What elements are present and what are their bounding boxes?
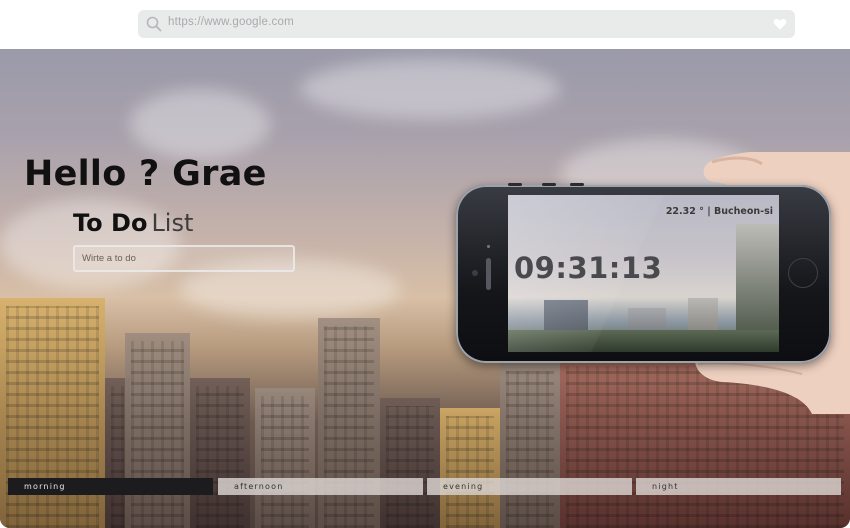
todo-title-light: List — [151, 209, 194, 237]
phone-camera — [472, 270, 478, 276]
url-bar[interactable]: https://www.google.com — [138, 10, 795, 38]
heart-icon[interactable] — [773, 17, 787, 31]
tab-afternoon[interactable]: afternoon — [218, 478, 423, 495]
tab-night[interactable]: night — [636, 478, 841, 495]
tab-evening[interactable]: evening — [427, 478, 632, 495]
phone-sensor — [487, 245, 490, 248]
phone-home-button — [788, 258, 818, 288]
clock-time: 09:31:13 — [514, 251, 663, 285]
todo-title-bold: To Do — [73, 209, 148, 237]
phone-screen: 22.32 ° | Bucheon-si 09:31:13 — [508, 195, 779, 352]
time-of-day-tabs: morning afternoon evening night — [8, 478, 842, 495]
todo-input[interactable] — [73, 245, 295, 272]
url-text[interactable]: https://www.google.com — [168, 16, 294, 28]
tab-morning[interactable]: morning — [8, 478, 213, 495]
todo-title: To Do List — [73, 209, 193, 237]
browser-top-bar: https://www.google.com — [0, 0, 850, 49]
weather-readout: 22.32 ° | Bucheon-si — [665, 206, 773, 217]
phone-speaker — [486, 258, 491, 290]
greeting-heading: Hello ? Grae — [24, 154, 267, 194]
search-icon[interactable] — [146, 16, 162, 32]
